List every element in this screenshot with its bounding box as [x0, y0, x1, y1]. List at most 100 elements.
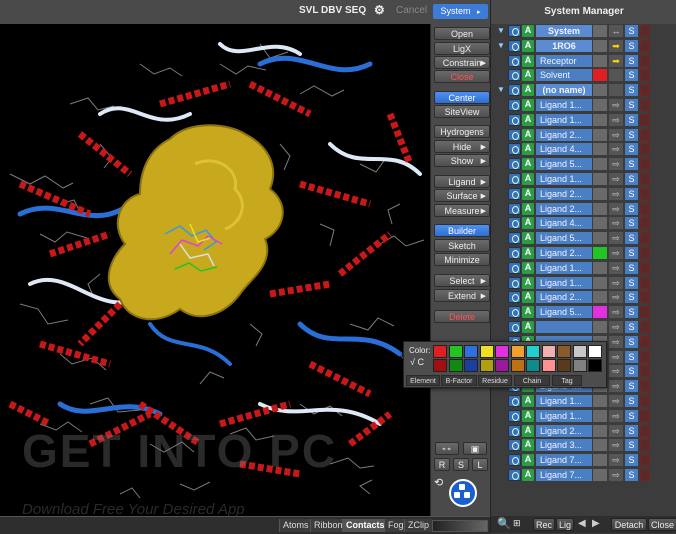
arrow-icon[interactable]: ⇨	[609, 247, 623, 259]
expand-triangle-icon[interactable]	[496, 321, 506, 333]
arrow-icon[interactable]: ⇨	[609, 306, 623, 319]
ligx-button[interactable]: LigX	[434, 42, 490, 55]
color-swatch[interactable]	[593, 424, 607, 437]
tree-row[interactable]: A Ligand 5... ⇨ S	[491, 231, 676, 245]
search-icon[interactable]: 🔍	[497, 517, 511, 530]
visibility-toggle-icon[interactable]	[508, 143, 521, 156]
arrow-icon[interactable]: ⇨	[609, 395, 623, 407]
select-toggle[interactable]: S	[625, 232, 638, 245]
expand-triangle-icon[interactable]: ▼	[496, 84, 506, 96]
remove-icon[interactable]	[640, 202, 650, 215]
svl-button[interactable]: SVL	[299, 5, 318, 16]
remove-icon[interactable]	[640, 247, 650, 259]
color-swatch[interactable]	[593, 99, 607, 111]
visibility-toggle-icon[interactable]	[508, 261, 521, 274]
open-button[interactable]: Open	[434, 27, 490, 40]
remove-icon[interactable]	[640, 454, 650, 467]
expand-triangle-icon[interactable]	[496, 188, 506, 200]
hide-button[interactable]: Hide ▶	[434, 140, 490, 153]
color-swatch[interactable]	[495, 345, 509, 358]
select-toggle[interactable]: S	[625, 158, 638, 171]
visibility-toggle-icon[interactable]	[508, 158, 521, 171]
select-toggle[interactable]: S	[625, 276, 638, 289]
arrow-icon[interactable]: ⇨	[609, 321, 623, 333]
tree-row[interactable]: A Ligand 5... ⇨ S	[491, 157, 676, 171]
active-toggle-icon[interactable]: A	[522, 113, 534, 126]
tree-icon[interactable]: ⊞	[513, 518, 521, 529]
select-toggle[interactable]: S	[625, 439, 638, 452]
active-toggle-icon[interactable]: A	[522, 232, 534, 245]
visibility-toggle-icon[interactable]	[508, 321, 521, 333]
visibility-toggle-icon[interactable]	[508, 113, 521, 126]
remove-icon[interactable]	[640, 276, 650, 289]
remove-icon[interactable]	[640, 232, 650, 245]
visibility-toggle-icon[interactable]	[508, 454, 521, 467]
tree-row[interactable]: A Receptor ➡ S	[491, 54, 676, 68]
select-toggle[interactable]: S	[625, 335, 638, 348]
select-toggle[interactable]: S	[625, 202, 638, 215]
select-toggle[interactable]: S	[625, 454, 638, 467]
arrow-icon[interactable]: ⇨	[609, 261, 623, 274]
minimize-button[interactable]: Minimize	[434, 253, 490, 266]
select-toggle[interactable]: S	[625, 469, 638, 481]
remove-icon[interactable]	[640, 128, 650, 141]
color-swatch[interactable]	[593, 291, 607, 304]
arrow-icon[interactable]	[609, 84, 623, 97]
rec-button[interactable]: Rec	[533, 518, 555, 531]
active-toggle-icon[interactable]: A	[522, 39, 534, 52]
color-carbon-checkbox[interactable]: √ C	[410, 357, 424, 367]
expand-triangle-icon[interactable]	[496, 55, 506, 67]
arrow-icon[interactable]: ↔	[609, 25, 623, 37]
show-button[interactable]: Show ▶	[434, 154, 490, 167]
hydrogens-button[interactable]: Hydrogens	[434, 125, 490, 138]
seq-button[interactable]: SEQ	[345, 5, 366, 16]
constrain-button[interactable]: Constrain ▶	[434, 56, 490, 69]
arrow-icon[interactable]	[609, 69, 623, 82]
color-swatch[interactable]	[541, 345, 556, 358]
expand-triangle-icon[interactable]	[496, 114, 506, 126]
active-toggle-icon[interactable]: A	[522, 187, 534, 200]
tree-row[interactable]: A Ligand 5... ⇨ S	[491, 305, 676, 319]
remove-icon[interactable]	[640, 173, 650, 185]
color-swatch[interactable]	[448, 359, 463, 372]
tree-row[interactable]: ALigand 2... ⇨S	[491, 290, 676, 304]
zclip-button[interactable]: ZClip	[404, 519, 433, 532]
expand-triangle-icon[interactable]: ▼	[496, 25, 506, 37]
active-toggle-icon[interactable]: A	[522, 54, 534, 67]
remove-icon[interactable]	[640, 99, 650, 111]
select-toggle[interactable]: S	[625, 128, 638, 141]
arrow-icon[interactable]: ⇨	[609, 365, 623, 378]
tree-row[interactable]: ALigand 2... ⇨S	[491, 424, 676, 438]
expand-triangle-icon[interactable]	[496, 469, 506, 481]
tree-row[interactable]: ALigand 2... ⇨S	[491, 187, 676, 201]
expand-triangle-icon[interactable]	[496, 410, 506, 422]
zclip-slider[interactable]	[432, 520, 488, 532]
expand-triangle-icon[interactable]	[496, 291, 506, 303]
color-swatch[interactable]	[593, 128, 607, 141]
siteview-button[interactable]: SiteView	[434, 105, 490, 118]
visibility-toggle-icon[interactable]	[508, 276, 521, 289]
color-swatch[interactable]	[593, 173, 607, 185]
arrow-icon[interactable]: ⇨	[609, 202, 623, 215]
color-swatch[interactable]	[588, 345, 602, 358]
soccer-ball-icon[interactable]	[449, 479, 477, 507]
color-swatch[interactable]	[593, 217, 607, 230]
active-toggle-icon[interactable]: A	[522, 84, 534, 97]
visibility-toggle-icon[interactable]	[508, 424, 521, 437]
color-swatch[interactable]	[572, 359, 587, 372]
expand-triangle-icon[interactable]	[496, 203, 506, 215]
system-dropdown[interactable]: System ▸	[433, 4, 488, 19]
color-swatch[interactable]	[588, 359, 602, 372]
visibility-toggle-icon[interactable]	[508, 306, 521, 319]
cancel-button[interactable]: Cancel	[396, 5, 427, 16]
remove-icon[interactable]	[640, 261, 650, 274]
color-swatch[interactable]	[557, 359, 571, 372]
tree-row[interactable]: A Ligand 1... ⇨ S	[491, 98, 676, 112]
active-toggle-icon[interactable]: A	[522, 409, 534, 422]
select-toggle[interactable]: S	[625, 69, 638, 82]
active-toggle-icon[interactable]: A	[522, 395, 534, 407]
rotate-r-button[interactable]: R	[434, 458, 450, 471]
arrow-icon[interactable]: ⇨	[609, 276, 623, 289]
visibility-toggle-icon[interactable]	[508, 84, 521, 97]
active-toggle-icon[interactable]: A	[522, 261, 534, 274]
